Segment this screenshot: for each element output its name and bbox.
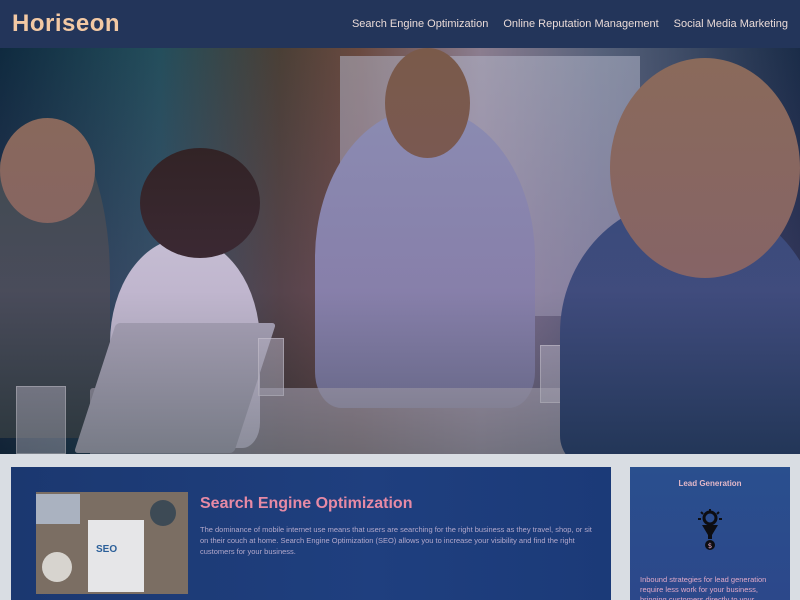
seo-thumbnail: SEO — [36, 492, 188, 594]
svg-text:$: $ — [708, 542, 712, 550]
hero-image — [0, 48, 800, 454]
site-logo[interactable]: Horiseon — [12, 10, 120, 38]
seo-title: Search Engine Optimization — [200, 495, 413, 512]
nav-link-social[interactable]: Social Media Marketing — [674, 18, 788, 30]
funnel-dollar-icon: $ — [698, 509, 722, 550]
thumb-notebook — [88, 520, 144, 592]
thumb-laptop — [36, 494, 80, 524]
thumb-pen-cup — [150, 500, 176, 526]
seo-section: SEO Search Engine Optimization The domin… — [11, 467, 611, 600]
lead-generation-body: Inbound strategies for lead generation r… — [640, 575, 767, 600]
lead-generation-card: Lead Generation $ Inbound strategies for… — [630, 467, 790, 600]
thumb-seo-text: SEO — [96, 544, 118, 555]
nav-link-reputation[interactable]: Online Reputation Management — [503, 18, 658, 30]
nav-link-seo[interactable]: Search Engine Optimization — [352, 18, 488, 30]
main-nav: Search Engine Optimization Online Reputa… — [352, 18, 788, 30]
lead-generation-title: Lead Generation — [678, 479, 742, 488]
hero-overlay — [0, 48, 800, 454]
site-header: Horiseon Search Engine Optimization Onli… — [0, 0, 800, 48]
thumb-coffee-cup — [42, 552, 72, 582]
seo-body: The dominance of mobile internet use mea… — [200, 525, 592, 556]
